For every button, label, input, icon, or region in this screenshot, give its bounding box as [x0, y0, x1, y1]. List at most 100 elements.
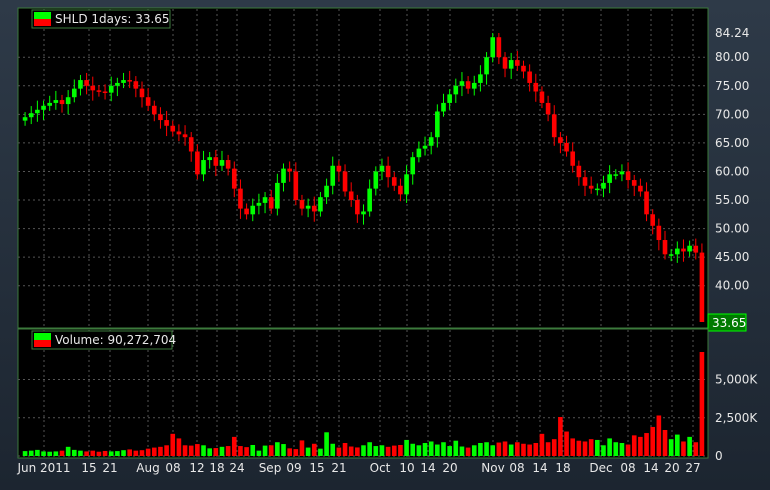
candle-body [435, 111, 440, 138]
candle-body [687, 245, 692, 252]
candle-body [293, 171, 299, 201]
candle-body [115, 82, 120, 86]
x-tick-label: 24 [229, 461, 244, 475]
candle-body [588, 185, 594, 189]
volume-bar [311, 443, 317, 456]
candle-body [638, 185, 643, 192]
volume-bar [490, 445, 496, 456]
volume-bar [207, 448, 212, 456]
candle-body [219, 160, 225, 166]
x-tick-label: 21 [102, 461, 117, 475]
volume-bar [416, 445, 422, 456]
candle-body [576, 165, 582, 178]
candle-body [262, 197, 268, 203]
volume-bar [471, 445, 477, 456]
candle-body [170, 125, 176, 132]
candle-body [96, 90, 102, 92]
volume-bar [478, 443, 483, 456]
volume-bar [379, 445, 385, 456]
volume-bar [391, 445, 397, 456]
candle-body [496, 37, 502, 58]
last-price-label: 33.65 [712, 316, 746, 330]
candle-body [361, 211, 366, 215]
candle-body [47, 102, 52, 106]
volume-bar [675, 434, 680, 456]
candle-body [515, 60, 520, 66]
volume-bar [502, 441, 508, 456]
volume-bar [164, 445, 169, 456]
volume-bar [256, 450, 262, 456]
candle-body [564, 142, 569, 152]
candle-body [613, 174, 619, 176]
candle-body [145, 97, 151, 106]
candle-body [65, 97, 71, 105]
candle-body [607, 174, 612, 183]
candle-body [656, 225, 662, 241]
candle-body [84, 80, 89, 86]
volume-bar [336, 447, 342, 456]
volume-bar [601, 445, 606, 456]
volume-bar [348, 446, 354, 456]
volume-bar [447, 446, 452, 456]
volume-bar [133, 450, 139, 456]
x-tick-label: 15 [309, 461, 324, 475]
volume-bar [693, 442, 699, 456]
volume-bar [158, 446, 163, 456]
candle-body [410, 157, 416, 175]
volume-bar [121, 450, 126, 456]
volume-bar [465, 447, 471, 456]
candle-body [490, 37, 496, 58]
volume-y-tick-label: 0 [715, 449, 723, 463]
volume-bar [213, 448, 219, 456]
x-tick-label: Dec [589, 461, 612, 475]
candle-body [447, 94, 452, 103]
volume-bar [102, 450, 108, 456]
volume-bar [250, 444, 256, 456]
volume-bar [595, 439, 600, 456]
volume-legend-swatch-up [34, 333, 51, 340]
candle-body [318, 197, 323, 212]
candle-body [416, 148, 422, 158]
candle-body [545, 102, 551, 115]
candle-body [631, 180, 637, 186]
candle-body [379, 165, 385, 172]
x-tick-label: 21 [331, 461, 346, 475]
candle-body [465, 81, 471, 89]
volume-bar [422, 443, 428, 456]
last-price-marker: 33.65 [707, 313, 747, 332]
candle-body [330, 165, 336, 186]
volume-bar [176, 438, 182, 456]
candle-body [650, 214, 656, 226]
x-axis: Jun 2011 15 21 Aug 08 12 18 24 Sep 09 15 21 Oct 10 14 2… [16, 461, 700, 475]
candle-body [533, 82, 539, 92]
x-tick-label: 14 [532, 461, 547, 475]
price-y-tick-label: 55.00 [715, 193, 749, 207]
candle-body [471, 82, 477, 89]
candle-body [539, 91, 545, 103]
volume-bar [373, 446, 379, 456]
x-tick-label: 14 [420, 461, 435, 475]
candle-body [268, 197, 274, 209]
x-tick-label: 15 [81, 461, 96, 475]
candle-body [182, 134, 188, 138]
volume-bar [35, 449, 40, 456]
price-y-tick-label: 84.24 [715, 26, 749, 40]
volume-bar [188, 445, 194, 456]
volume-legend[interactable]: Volume: 90,272,704 [31, 330, 176, 350]
x-tick-label: 14 [643, 461, 658, 475]
volume-bar [631, 435, 637, 456]
candle-body [207, 157, 212, 161]
volume-bar [484, 442, 489, 456]
volume-bar [496, 442, 502, 456]
volume-bar [453, 440, 459, 456]
candle-body [151, 105, 157, 115]
volume-bar [41, 451, 46, 456]
price-legend[interactable]: SHLD 1days: 33.65 [31, 9, 171, 29]
x-tick-label: Jun 2011 [16, 461, 70, 475]
volume-bar [244, 447, 249, 456]
volume-bar [22, 451, 28, 456]
volume-bar [521, 443, 526, 456]
candle-body [625, 171, 631, 181]
x-tick-label: Aug [136, 461, 159, 475]
volume-bar [115, 451, 120, 456]
